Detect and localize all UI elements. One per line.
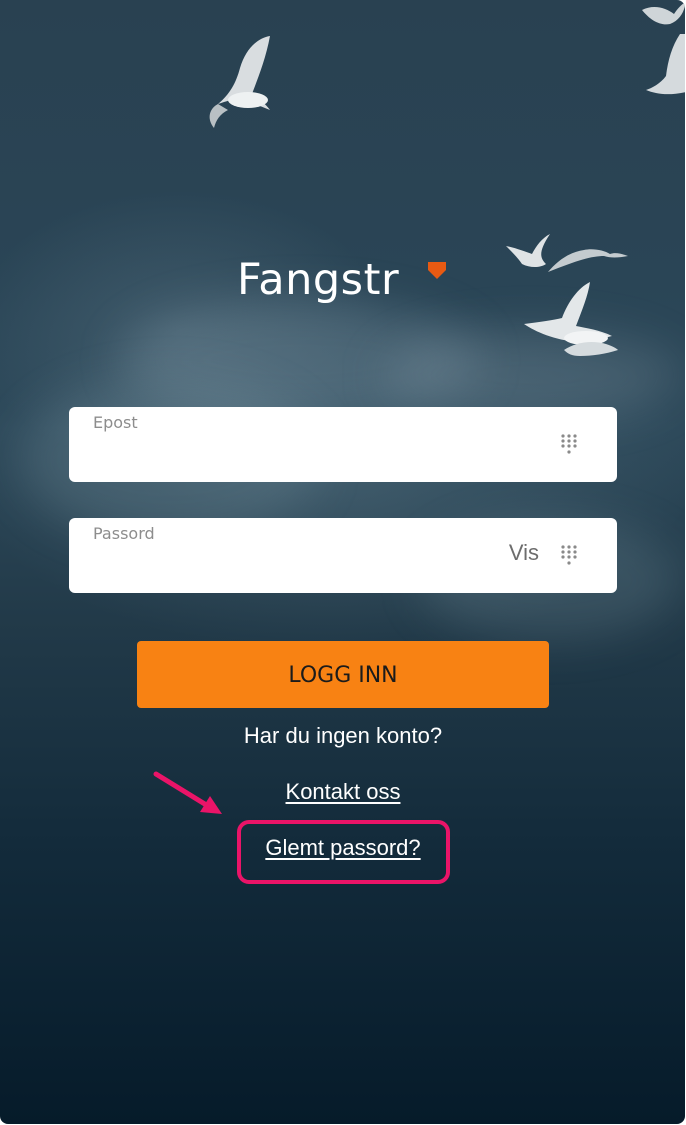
- email-field[interactable]: Epost: [69, 407, 617, 482]
- keypad-icon[interactable]: [560, 544, 578, 566]
- seagull-image: [646, 34, 685, 95]
- seagull-image: [642, 2, 685, 25]
- highlight-box: [237, 820, 450, 884]
- contact-link[interactable]: Kontakt oss: [286, 779, 401, 804]
- email-field-label: Epost: [93, 413, 138, 432]
- password-field[interactable]: Passord Vis: [69, 518, 617, 593]
- signup-prompt: Har du ingen konto?: [243, 723, 443, 748]
- seagull-image: [564, 342, 618, 356]
- email-input[interactable]: [91, 437, 495, 471]
- seagull-image: [506, 234, 550, 267]
- login-screen: Fangstr Epost Passord Vis LOGG INN Har d…: [0, 0, 685, 1124]
- password-input[interactable]: [91, 548, 495, 582]
- seagull-image: [548, 249, 628, 272]
- contact-link-row: Kontakt oss: [0, 779, 685, 805]
- brand-logo-text: Fangstr: [237, 255, 400, 305]
- seagull-image: [209, 36, 270, 128]
- brand-logo-mark-icon: [428, 262, 446, 279]
- password-field-label: Passord: [93, 524, 155, 543]
- arrow-icon: [153, 771, 222, 814]
- login-button[interactable]: LOGG INN: [137, 641, 549, 708]
- show-password-toggle[interactable]: Vis: [509, 540, 539, 566]
- keypad-icon[interactable]: [560, 433, 578, 455]
